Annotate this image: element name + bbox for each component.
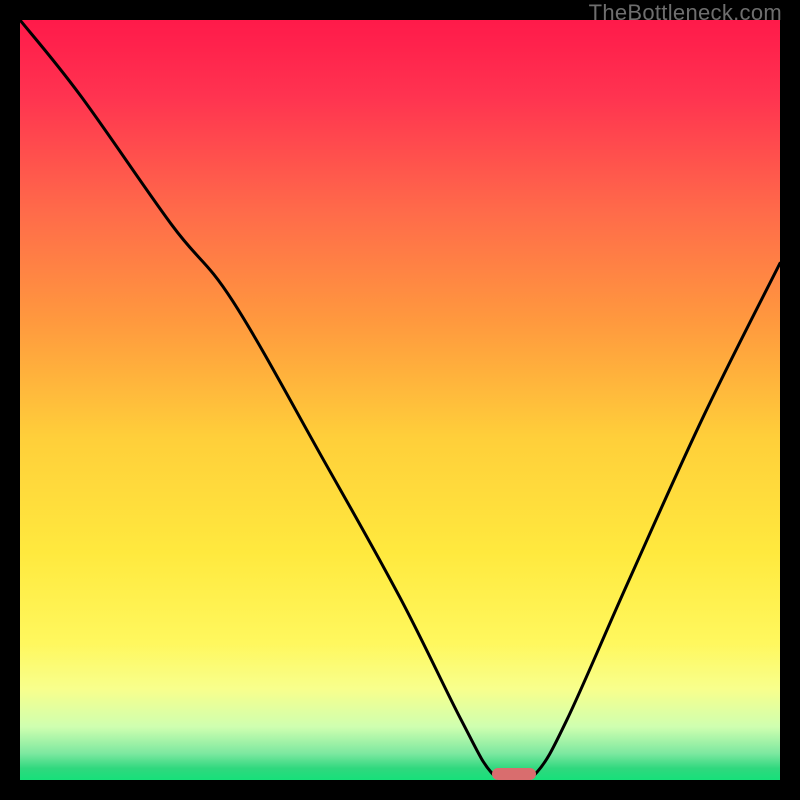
gradient-background <box>20 20 780 780</box>
watermark-text: TheBottleneck.com <box>589 0 782 26</box>
optimal-marker <box>492 768 536 780</box>
bottleneck-chart <box>20 20 780 780</box>
plot-area <box>20 20 780 780</box>
chart-container: TheBottleneck.com <box>0 0 800 800</box>
